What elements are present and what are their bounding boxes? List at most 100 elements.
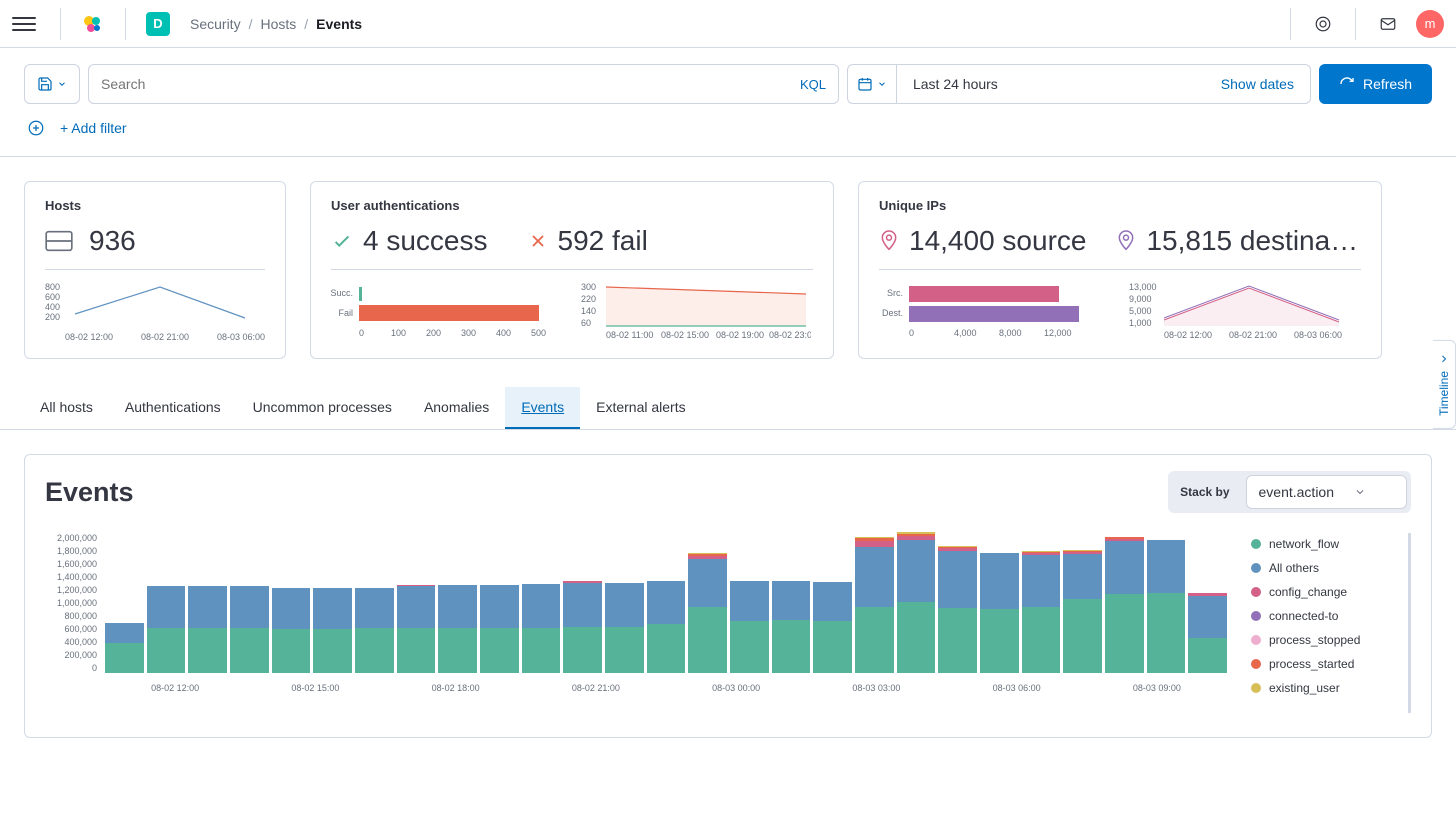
events-title: Events bbox=[45, 477, 134, 508]
bar-column[interactable] bbox=[355, 588, 394, 673]
bar-column[interactable] bbox=[188, 586, 227, 674]
bar-column[interactable] bbox=[813, 582, 852, 673]
stack-by-control: Stack by event.action bbox=[1168, 471, 1411, 513]
nav-menu-button[interactable] bbox=[12, 12, 36, 36]
legend-label: process_stopped bbox=[1269, 633, 1360, 647]
tab-uncommon-processes[interactable]: Uncommon processes bbox=[237, 387, 408, 429]
date-quick-button[interactable] bbox=[847, 64, 897, 104]
svg-text:0: 0 bbox=[909, 328, 914, 338]
search-input-wrap[interactable]: KQL bbox=[88, 64, 839, 104]
tab-external-alerts[interactable]: External alerts bbox=[580, 387, 701, 429]
bar-column[interactable] bbox=[1063, 550, 1102, 673]
bar-column[interactable] bbox=[980, 553, 1019, 673]
timeline-flyout-button[interactable]: Timeline bbox=[1433, 340, 1456, 429]
bar-column[interactable] bbox=[855, 537, 894, 673]
filter-bar: + Add filter bbox=[0, 112, 1456, 157]
legend-item[interactable]: connected-to bbox=[1251, 609, 1400, 623]
svg-text:13,000: 13,000 bbox=[1129, 282, 1157, 292]
legend-swatch bbox=[1251, 563, 1261, 573]
bar-column[interactable] bbox=[772, 581, 811, 673]
ips-trend-chart: 13,000 9,000 5,000 1,000 08-02 12:00 08-… bbox=[1129, 282, 1349, 342]
x-tick: 08-02 21:00 bbox=[141, 332, 189, 342]
tab-all-hosts[interactable]: All hosts bbox=[24, 387, 109, 429]
svg-text:Succ.: Succ. bbox=[331, 288, 353, 298]
bar-column[interactable] bbox=[1105, 537, 1144, 673]
tab-authentications[interactable]: Authentications bbox=[109, 387, 237, 429]
bar-column[interactable] bbox=[438, 585, 477, 673]
svg-text:200: 200 bbox=[426, 328, 441, 338]
refresh-button[interactable]: Refresh bbox=[1319, 64, 1432, 104]
legend-label: All others bbox=[1269, 561, 1319, 575]
auth-card: User authentications 4 success 592 fail … bbox=[310, 181, 834, 359]
svg-text:08-02 12:00: 08-02 12:00 bbox=[1164, 330, 1212, 340]
user-avatar[interactable]: m bbox=[1416, 10, 1444, 38]
bar-column[interactable] bbox=[230, 586, 269, 673]
bar-column[interactable] bbox=[272, 588, 311, 673]
svg-text:08-02 15:00: 08-02 15:00 bbox=[661, 330, 709, 340]
add-filter-link[interactable]: + Add filter bbox=[60, 120, 127, 136]
auth-trend-chart: 300 220 140 60 08-02 11:00 08-02 15:00 0… bbox=[581, 282, 811, 342]
stack-by-select[interactable]: event.action bbox=[1246, 475, 1408, 509]
hosts-sparkline: 800 600 400 200 bbox=[45, 282, 255, 328]
svg-text:800: 800 bbox=[45, 282, 60, 292]
breadcrumb: Security / Hosts / Events bbox=[190, 16, 362, 32]
bar-column[interactable] bbox=[563, 581, 602, 673]
kql-toggle[interactable]: KQL bbox=[800, 77, 826, 92]
check-icon bbox=[331, 230, 353, 252]
hosts-icon bbox=[45, 230, 73, 252]
tab-anomalies[interactable]: Anomalies bbox=[408, 387, 505, 429]
svg-text:400: 400 bbox=[45, 302, 60, 312]
chevron-down-icon bbox=[57, 79, 67, 89]
space-selector[interactable]: D bbox=[146, 12, 170, 36]
bar-column[interactable] bbox=[522, 584, 561, 673]
stats-row: Hosts 936 800 600 400 200 08-02 12:00 08… bbox=[0, 157, 1456, 383]
legend-item[interactable]: config_change bbox=[1251, 585, 1400, 599]
legend-item[interactable]: process_stopped bbox=[1251, 633, 1400, 647]
bar-column[interactable] bbox=[105, 623, 144, 673]
hosts-value: 936 bbox=[89, 225, 136, 257]
bar-column[interactable] bbox=[1147, 540, 1186, 673]
svg-text:5,000: 5,000 bbox=[1129, 306, 1152, 316]
filter-icon[interactable] bbox=[24, 116, 48, 140]
bar-column[interactable] bbox=[688, 553, 727, 673]
legend-item[interactable]: network_flow bbox=[1251, 537, 1400, 551]
bar-column[interactable] bbox=[397, 585, 436, 673]
bar-column[interactable] bbox=[1188, 593, 1227, 673]
breadcrumb-section[interactable]: Hosts bbox=[260, 16, 296, 32]
date-range-picker[interactable]: Last 24 hours Show dates bbox=[897, 64, 1311, 104]
bar-column[interactable] bbox=[647, 581, 686, 673]
bar-column[interactable] bbox=[938, 546, 977, 673]
mail-icon[interactable] bbox=[1368, 4, 1408, 44]
svg-text:08-02 23:00: 08-02 23:00 bbox=[769, 330, 811, 340]
query-bar: KQL Last 24 hours Show dates Refresh bbox=[0, 48, 1456, 112]
svg-text:08-02 19:00: 08-02 19:00 bbox=[716, 330, 764, 340]
chevron-left-icon bbox=[1438, 353, 1450, 365]
bar-column[interactable] bbox=[730, 581, 769, 673]
svg-text:9,000: 9,000 bbox=[1129, 294, 1152, 304]
tab-events[interactable]: Events bbox=[505, 387, 580, 429]
saved-query-button[interactable] bbox=[24, 64, 80, 104]
legend-item[interactable]: process_started bbox=[1251, 657, 1400, 671]
auth-fail: 592 fail bbox=[558, 225, 648, 257]
bar-column[interactable] bbox=[313, 588, 352, 673]
bar-column[interactable] bbox=[897, 532, 936, 673]
svg-text:140: 140 bbox=[581, 306, 596, 316]
elastic-logo[interactable] bbox=[81, 12, 105, 36]
bar-column[interactable] bbox=[480, 585, 519, 673]
svg-text:4,000: 4,000 bbox=[954, 328, 977, 338]
show-dates-link[interactable]: Show dates bbox=[1221, 76, 1294, 92]
bar-column[interactable] bbox=[1022, 551, 1061, 673]
legend-label: config_change bbox=[1269, 585, 1347, 599]
bar-column[interactable] bbox=[147, 586, 186, 674]
legend-swatch bbox=[1251, 635, 1261, 645]
divider bbox=[125, 8, 126, 40]
legend-item[interactable]: All others bbox=[1251, 561, 1400, 575]
legend-item[interactable]: existing_user bbox=[1251, 681, 1400, 695]
breadcrumb-app[interactable]: Security bbox=[190, 16, 241, 32]
svg-text:Fail: Fail bbox=[338, 308, 353, 318]
search-input[interactable] bbox=[101, 76, 800, 92]
bar-column[interactable] bbox=[605, 583, 644, 673]
help-icon[interactable] bbox=[1303, 4, 1343, 44]
legend-label: network_flow bbox=[1269, 537, 1339, 551]
stack-by-label: Stack by bbox=[1168, 475, 1241, 509]
